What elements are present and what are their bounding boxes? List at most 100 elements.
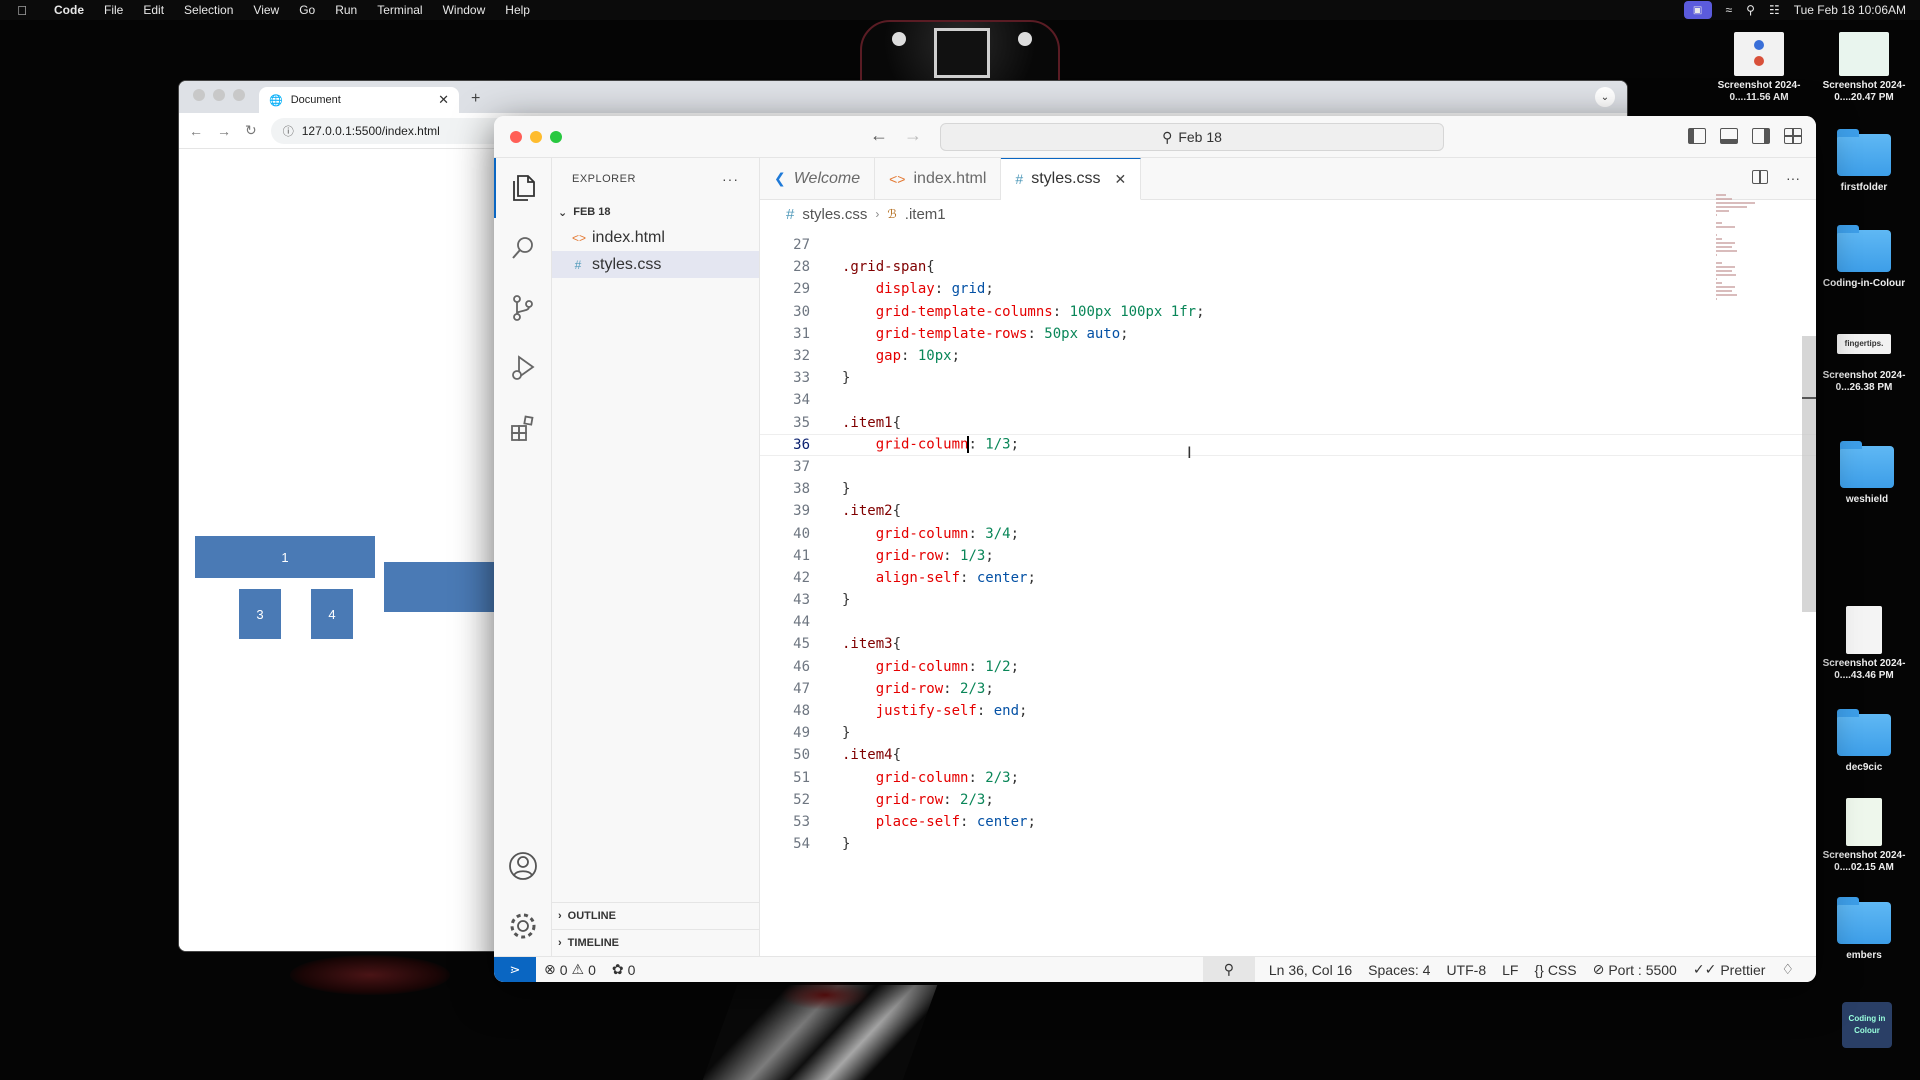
notifications-bell-icon[interactable]: ♢ [1773,961,1802,978]
encoding[interactable]: UTF-8 [1438,962,1494,978]
toggle-secondary-sidebar-icon[interactable] [1752,128,1770,144]
code-line[interactable]: 36 grid-column: 1/3; [760,433,1816,456]
browser-tab-document[interactable]: 🌐 Document ✕ [259,87,459,113]
editor-scrollbar[interactable] [1802,158,1816,956]
tab-styles-css[interactable]: # styles.css ✕ [1001,158,1142,200]
file-index-html[interactable]: <> index.html [552,224,759,251]
menu-help[interactable]: Help [495,3,540,17]
desktop-icon-screenshot[interactable]: Screenshot 2024-0....43.46 PM [1819,606,1909,682]
code-line[interactable]: 46 grid-column: 1/2; [760,656,1816,678]
go-back-arrow-icon[interactable]: ← [870,125,888,146]
more-actions-icon[interactable]: ··· [1786,170,1800,186]
search-activity-button[interactable] [494,218,551,278]
spotlight-search-icon[interactable]: ⚲ [1746,3,1755,17]
code-line[interactable]: 50 .item4{ [760,744,1816,766]
apple-menu-icon[interactable]:  [0,3,44,18]
extensions-activity-button[interactable] [494,398,551,458]
code-line[interactable]: 37 [760,456,1816,478]
code-line[interactable]: 27 [760,234,1816,256]
more-actions-icon[interactable]: ··· [722,171,739,187]
explorer-activity-button[interactable] [494,158,551,218]
breadcrumb-symbol[interactable]: .item1 [905,206,946,223]
toggle-panel-icon[interactable] [1720,128,1738,144]
code-line[interactable]: 39 .item2{ [760,500,1816,522]
new-tab-button[interactable]: + [459,90,492,113]
code-line[interactable]: 28 .grid-span{ [760,256,1816,278]
zoom-window-button[interactable] [550,130,562,143]
toggle-primary-sidebar-icon[interactable] [1688,128,1706,144]
close-window-button[interactable] [193,89,205,101]
menu-edit[interactable]: Edit [133,3,174,17]
menu-app[interactable]: Code [44,3,94,17]
code-line[interactable]: 54} [760,833,1816,855]
desktop-icon-screenshot[interactable]: Screenshot 2024-0....20.47 PM [1819,32,1909,104]
problems-indicator[interactable]: ⊗ 0 ⚠ 0 [536,961,604,978]
tab-index-html[interactable]: <> index.html [875,158,1002,199]
desktop-icon-folder[interactable]: embers [1819,897,1909,962]
back-arrow-icon[interactable]: ← [189,123,203,139]
site-info-icon[interactable]: ⓘ [283,123,294,139]
scrollbar-thumb[interactable] [1802,336,1816,612]
ports-indicator[interactable]: ✿ 0 [604,961,644,978]
accounts-activity-button[interactable] [494,836,551,896]
tab-search-chevron-icon[interactable]: ⌄ [1595,87,1615,107]
split-editor-icon[interactable] [1752,170,1768,184]
code-line[interactable]: 30 grid-template-columns: 100px 100px 1f… [760,301,1816,323]
cursor-position[interactable]: Ln 36, Col 16 [1255,962,1360,978]
minimap[interactable] [1716,188,1756,300]
desktop-icon-folder[interactable]: dec9cic [1819,709,1909,774]
code-line[interactable]: 33} [760,367,1816,389]
indentation[interactable]: Spaces: 4 [1360,962,1438,978]
source-control-activity-button[interactable] [494,278,551,338]
timeline-section[interactable]: › TIMELINE [552,929,759,956]
desktop-icon-folder[interactable]: firstfolder [1819,129,1909,194]
code-line[interactable]: 29 display: grid; [760,278,1816,300]
code-editor[interactable]: 27 28 .grid-span{29 display: grid; 30 grid-… [760,234,1816,956]
code-line[interactable]: 32 gap: 10px; [760,345,1816,367]
zoom-icon[interactable]: ⚲ [1202,957,1255,982]
zoom-window-button[interactable] [233,89,245,101]
menu-terminal[interactable]: Terminal [367,3,432,17]
command-center-search[interactable]: ⚲ Feb 18 [940,123,1444,151]
tab-welcome[interactable]: ❮ Welcome [760,158,876,199]
code-line[interactable]: 42 align-self: center; [760,567,1816,589]
wifi-icon[interactable]: ≈ [1726,3,1733,17]
code-line[interactable]: 51 grid-column: 2/3; [760,767,1816,789]
menu-selection[interactable]: Selection [174,3,243,17]
run-debug-activity-button[interactable] [494,338,551,398]
code-line[interactable]: 35 .item1{ [760,412,1816,434]
menubar-clock[interactable]: Tue Feb 18 10:06AM [1794,3,1906,17]
minimize-window-button[interactable] [213,89,225,101]
menu-run[interactable]: Run [325,3,367,17]
address-bar[interactable]: ⓘ 127.0.0.1:5500/index.html [270,117,511,144]
code-line[interactable]: 44 [760,611,1816,633]
close-window-button[interactable] [510,130,522,143]
reload-icon[interactable]: ↻ [245,122,257,139]
desktop-icon-screenshot[interactable]: Screenshot 2024-0....02.15 AM [1819,798,1909,874]
close-tab-icon[interactable]: ✕ [1115,171,1127,188]
breadcrumb-file[interactable]: styles.css [802,206,867,223]
manage-activity-button[interactable] [494,896,551,956]
go-forward-arrow-icon[interactable]: → [904,125,922,146]
language-mode[interactable]: {} CSS [1526,962,1584,978]
code-line[interactable]: 40 grid-column: 3/4; [760,522,1816,544]
file-styles-css[interactable]: # styles.css [552,251,759,278]
close-tab-icon[interactable]: ✕ [438,92,449,108]
code-line[interactable]: 34 [760,389,1816,411]
menu-view[interactable]: View [243,3,289,17]
desktop-icon-folder[interactable]: weshield [1822,441,1912,506]
remote-indicator-icon[interactable]: ⋗ [494,957,536,982]
code-line[interactable]: 53 place-self: center; [760,811,1816,833]
outline-section[interactable]: › OUTLINE [552,902,759,929]
end-of-line[interactable]: LF [1494,962,1526,978]
customize-layout-icon[interactable] [1784,128,1802,144]
code-line[interactable]: 31 grid-template-rows: 50px auto; [760,323,1816,345]
menu-window[interactable]: Window [433,3,496,17]
code-line[interactable]: 48 justify-self: end; [760,700,1816,722]
screen-share-icon[interactable]: ▣ [1683,1,1712,19]
code-line[interactable]: 45 .item3{ [760,633,1816,655]
control-center-icon[interactable]: ☷ [1769,3,1780,17]
menu-file[interactable]: File [94,3,133,17]
minimize-window-button[interactable] [530,130,542,143]
desktop-icon-screenshot[interactable]: Screenshot 2024-0....11.56 AM [1714,32,1804,104]
